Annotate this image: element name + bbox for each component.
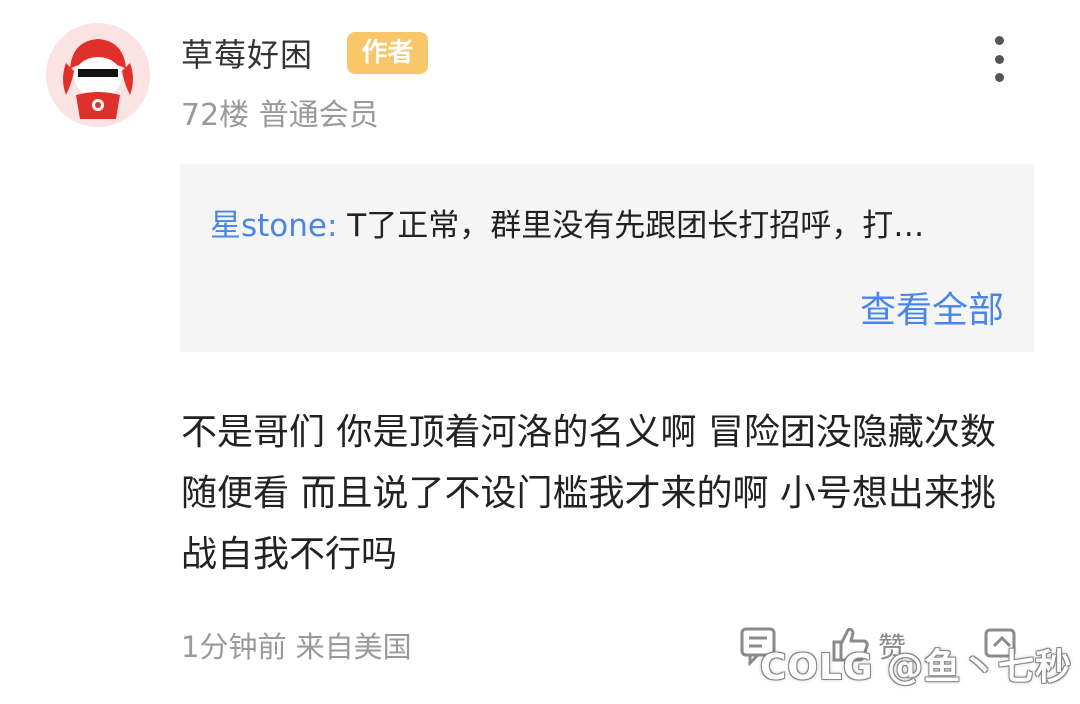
avatar-image: [46, 23, 150, 127]
more-options-icon[interactable]: [984, 36, 1014, 82]
view-all-link[interactable]: 查看全部: [860, 281, 1004, 333]
author-badge: 作者: [347, 32, 428, 74]
quote-text: T了正常，群里没有先跟团长打招呼，打…: [347, 208, 925, 244]
quote-line: 星stone: T了正常，群里没有先跟团长打招呼，打…: [210, 200, 924, 245]
quoted-reply-box[interactable]: 星stone: T了正常，群里没有先跟团长打招呼，打… 查看全部: [180, 164, 1034, 352]
dot: [994, 73, 1004, 82]
quote-author[interactable]: 星stone:: [210, 208, 337, 244]
time-location: 1分钟前 来自美国: [181, 630, 412, 664]
floor-and-role: 72楼 普通会员: [181, 98, 379, 133]
avatar[interactable]: [46, 23, 150, 127]
username[interactable]: 草莓好困: [181, 30, 313, 76]
watermark: COLG @鱼丶七秒: [760, 647, 1073, 688]
post-content: 不是哥们 你是顶着河洛的名义啊 冒险团没隐藏次数随便看 而且说了不设门槛我才来的…: [181, 412, 996, 575]
dot: [994, 54, 1004, 64]
dot: [994, 36, 1004, 45]
